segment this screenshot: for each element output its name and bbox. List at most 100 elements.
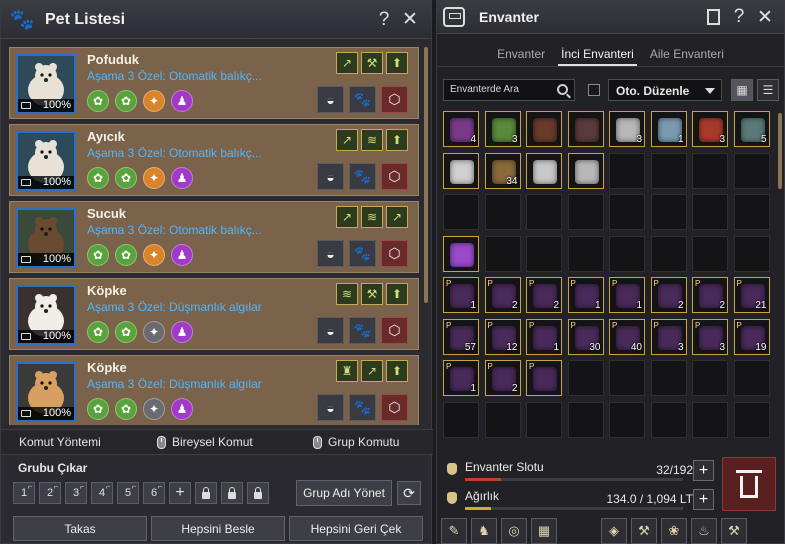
inventory-titlebar[interactable]: Envanter ? ✕ [437,1,784,34]
inventory-empty-slot[interactable] [692,152,728,189]
inventory-empty-slot[interactable] [733,194,770,230]
inventory-item-slot[interactable] [526,152,562,189]
inventory-item-slot[interactable]: 34 [484,152,521,189]
pet-skill-icon[interactable]: ♟ [171,321,193,343]
pet-skill-icon[interactable]: ✿ [115,167,137,189]
inventory-empty-slot[interactable] [692,360,728,396]
grid-view-icon[interactable]: ▦ [731,79,753,101]
pet-skill-icon[interactable]: ✿ [87,398,109,420]
inventory-item-slot[interactable]: P1 [443,360,479,396]
feed-bowl-icon[interactable]: ◒ [317,240,344,267]
close-icon[interactable]: ✕ [752,6,778,29]
inventory-item-slot[interactable]: P3 [692,318,728,355]
inventory-empty-slot[interactable] [609,194,645,230]
pet-skill-icon[interactable]: ♟ [171,90,193,112]
pet-exchange-icon[interactable]: ⬡ [381,163,408,190]
inventory-item-slot[interactable] [567,111,604,147]
pet-exchange-icon[interactable]: ⬡ [381,240,408,267]
pet-talent-icon[interactable]: ↗ [386,206,408,228]
inventory-item-slot[interactable]: P1 [443,277,479,313]
inventory-empty-slot[interactable] [609,401,645,438]
inventory-empty-slot[interactable] [567,194,604,230]
pet-exchange-icon[interactable]: ⬡ [381,317,408,344]
expand-weight-button[interactable]: + [693,489,714,510]
search-icon[interactable] [557,84,568,95]
inventory-empty-slot[interactable] [733,360,770,396]
inventory-empty-slot[interactable] [567,401,604,438]
individual-command-option[interactable]: Bireysel Komut [157,435,293,449]
feed-all-button[interactable]: Hepsini Besle [151,516,285,541]
tab-inventory[interactable]: Envanter [494,43,548,66]
inventory-item-slot[interactable]: 3 [692,111,728,147]
inventory-empty-slot[interactable] [526,401,562,438]
pet-talent-icon[interactable]: ⬆ [386,283,408,305]
exchange-button[interactable]: Takas [13,516,147,541]
pet-skill-icon[interactable]: ✦ [143,244,165,266]
group-6-button[interactable]: 6 ⌐ [143,482,165,504]
paw-command-icon[interactable]: 🐾 [349,86,376,113]
inventory-item-slot[interactable]: P3 [650,318,687,355]
inventory-empty-slot[interactable] [650,401,687,438]
pet-talent-icon[interactable]: ↗ [336,206,358,228]
pet-talent-icon[interactable]: ≋ [361,129,383,151]
pet-card[interactable]: 100% Ayıcık Aşama 3 Özel: Otomatik balık… [9,124,419,196]
refresh-icon[interactable]: ⟳ [397,481,421,505]
magic-wand-icon[interactable]: ✎ [441,518,467,544]
inventory-item-slot[interactable] [443,235,479,272]
help-icon[interactable]: ? [726,6,752,28]
inventory-item-slot[interactable]: 3 [609,111,645,147]
pet-talent-icon[interactable]: ≋ [361,206,383,228]
inventory-item-slot[interactable]: P2 [526,277,562,313]
group-4-button[interactable]: 4 ⌐ [91,482,113,504]
inventory-empty-slot[interactable] [692,194,728,230]
horse-icon[interactable]: ♞ [471,518,497,544]
auto-sort-dropdown[interactable]: Oto. Düzenle [608,79,722,101]
pet-talent-icon[interactable]: ⚒ [361,283,383,305]
inventory-empty-slot[interactable] [650,235,687,272]
inventory-empty-slot[interactable] [733,152,770,189]
inventory-empty-slot[interactable] [650,152,687,189]
inventory-empty-slot[interactable] [733,235,770,272]
locked-group-slot[interactable] [247,482,269,504]
tab-family-inventory[interactable]: Aile Envanteri [647,43,727,66]
pet-talent-icon[interactable]: ↗ [336,129,358,151]
pet-skill-icon[interactable]: ✿ [115,398,137,420]
tab-pearl-inventory[interactable]: İnci Envanteri [558,43,637,66]
close-icon[interactable]: ✕ [397,8,423,31]
pet-skill-icon[interactable]: ✦ [143,90,165,112]
pet-window-titlebar[interactable]: 🐾 Pet Listesi ? ✕ [1,1,431,39]
list-view-icon[interactable]: ☰ [757,79,779,101]
inventory-item-slot[interactable] [567,152,604,189]
pet-skill-icon[interactable]: ✿ [115,244,137,266]
inventory-item-slot[interactable]: P2 [692,277,728,313]
pet-skill-icon[interactable]: ✦ [143,398,165,420]
pet-skill-icon[interactable]: ♟ [171,167,193,189]
inventory-item-slot[interactable]: P2 [484,360,521,396]
swirl-icon[interactable]: ❀ [661,518,687,544]
feed-bowl-icon[interactable]: ◒ [317,317,344,344]
recall-all-button[interactable]: Hepsini Geri Çek [289,516,423,541]
pet-skill-icon[interactable]: ✿ [87,167,109,189]
pet-skill-icon[interactable]: ♟ [171,244,193,266]
pet-skill-icon[interactable]: ✿ [115,90,137,112]
pet-list-scrollbar[interactable] [424,47,428,303]
inventory-empty-slot[interactable] [692,401,728,438]
pet-exchange-icon[interactable]: ⬡ [381,86,408,113]
group-command-option[interactable]: Grup Komutu [313,435,399,449]
inventory-scrollbar[interactable] [778,113,782,189]
pet-card[interactable]: 100% Pofuduk Aşama 3 Özel: Otomatik balı… [9,47,419,119]
pet-talent-icon[interactable]: ⬆ [386,52,408,74]
inventory-empty-slot[interactable] [609,360,645,396]
inventory-item-slot[interactable]: 3 [484,111,521,147]
trash-button[interactable] [722,457,776,511]
inventory-item-slot[interactable] [443,152,479,189]
pet-talent-icon[interactable]: ♜ [336,360,358,382]
paw-command-icon[interactable]: 🐾 [349,394,376,421]
inventory-search-input[interactable]: Envanterde Ara [443,79,575,101]
expand-slots-button[interactable]: + [693,460,714,481]
paw-command-icon[interactable]: 🐾 [349,163,376,190]
inventory-item-slot[interactable]: P 30 [567,318,604,355]
inventory-item-slot[interactable]: 5 [733,111,770,147]
add-group-button[interactable]: + [169,482,191,504]
inventory-item-slot[interactable]: P1 [526,318,562,355]
